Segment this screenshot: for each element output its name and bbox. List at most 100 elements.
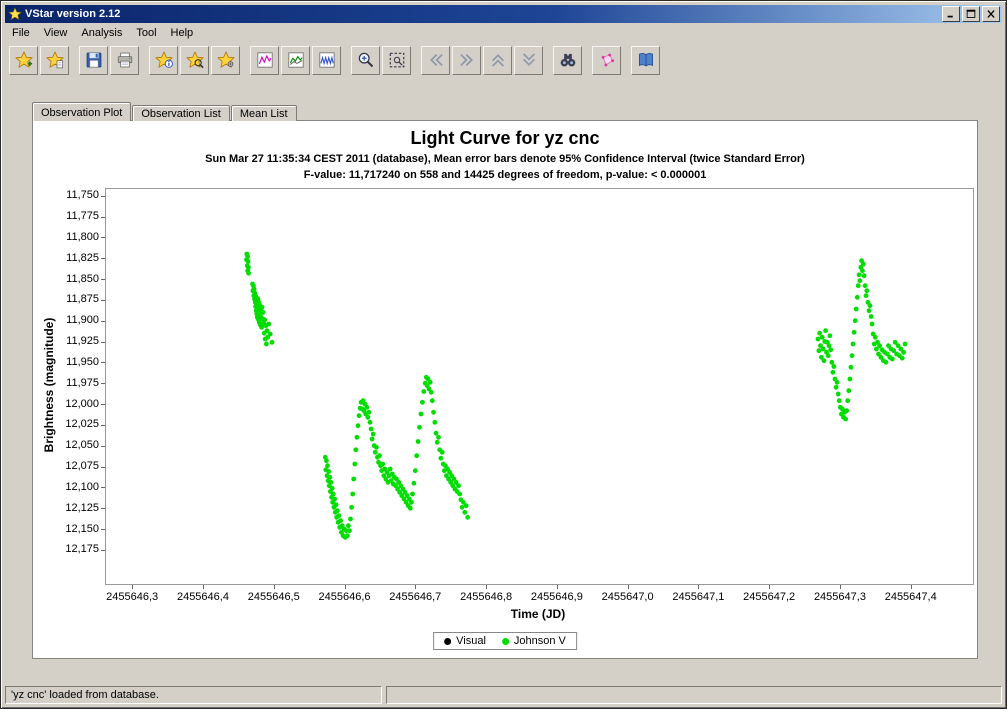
chart-phase-icon [318, 51, 336, 69]
star-plus-icon [14, 51, 33, 69]
new-star-from-database-button[interactable] [9, 45, 38, 75]
y-tick-mark [101, 383, 105, 385]
y-tick-mark [101, 279, 105, 280]
x-tick-mark [627, 585, 629, 589]
maximize-button[interactable] [962, 6, 980, 22]
zoom-out-button[interactable] [382, 45, 411, 75]
new-star-from-file-button[interactable] [40, 45, 69, 75]
y-tick-mark [101, 320, 105, 322]
tab-observation-plot[interactable]: Observation Plot [32, 102, 132, 121]
observation-info-button[interactable] [149, 45, 178, 75]
y-tick-mark [101, 529, 105, 530]
x-axis-title: Time (JD) [510, 607, 566, 621]
raw-plot-button[interactable] [250, 45, 279, 75]
toolbar-separator [71, 47, 79, 74]
x-tick-label: 2455647,2 [743, 591, 796, 603]
scatter-points-icon [598, 51, 616, 69]
legend-label: Johnson V [513, 635, 566, 647]
star-settings-button[interactable] [211, 45, 240, 75]
y-tick-mark [101, 299, 105, 301]
legend: Visual Johnson V [433, 632, 577, 650]
toolbar-separator [413, 47, 421, 74]
close-icon [987, 10, 995, 18]
toolbar-separator [584, 47, 592, 74]
x-tick-label: 2455646,6 [318, 591, 371, 603]
y-tick-mark [101, 487, 105, 489]
close-button[interactable] [982, 6, 1000, 22]
y-tick-label: 12,175 [65, 543, 99, 556]
book-icon [637, 51, 655, 69]
tab-row: Observation Plot Observation List Mean Lis… [32, 102, 298, 121]
mean-plot-button[interactable] [281, 45, 310, 75]
toolbar-separator [545, 47, 553, 74]
toolbar-separator [623, 47, 631, 74]
y-tick-label: 11,900 [66, 314, 99, 327]
menu-tool[interactable]: Tool [129, 25, 163, 41]
maximize-icon [966, 9, 976, 18]
title-bar[interactable]: VStar version 2.12 [5, 5, 1002, 23]
help-contents-button[interactable] [631, 45, 660, 75]
menu-view[interactable]: View [37, 25, 75, 41]
x-tick-label: 2455646,9 [530, 591, 583, 603]
y-tick-label: 11,825 [66, 251, 99, 264]
y-tick-label: 11,875 [66, 293, 99, 306]
pan-right-button[interactable] [452, 45, 481, 75]
y-tick-label: 12,100 [65, 480, 99, 493]
pan-left-button[interactable] [421, 45, 450, 75]
star-search-icon [185, 51, 204, 69]
plot-area[interactable] [105, 188, 974, 585]
star-search-button[interactable] [180, 45, 209, 75]
legend-dot-johnson-v [501, 637, 509, 645]
pan-down-button[interactable] [514, 45, 543, 75]
minimize-button[interactable] [942, 6, 960, 22]
legend-dot-visual [444, 637, 452, 645]
y-tick-label: 11,850 [66, 272, 99, 285]
phase-plot-button[interactable] [312, 45, 341, 75]
app-icon [8, 7, 22, 21]
chart-subtitle-line2: F-value: 11,717240 on 558 and 14425 degr… [303, 169, 707, 181]
x-tick-mark [486, 585, 488, 589]
x-tick-mark [344, 585, 346, 589]
y-tick-mark [101, 216, 105, 218]
pan-up-button[interactable] [483, 45, 512, 75]
y-tick-label: 11,925 [66, 335, 99, 347]
save-button[interactable] [79, 45, 108, 75]
menu-help[interactable]: Help [164, 25, 201, 41]
print-button[interactable] [110, 45, 139, 75]
status-message: 'yz cnc' loaded from database. [5, 686, 382, 704]
zoom-in-button[interactable] [351, 45, 380, 75]
status-bar: 'yz cnc' loaded from database. [5, 686, 1002, 704]
x-tick-label: 2455647,3 [813, 591, 866, 603]
toolbar [5, 43, 1002, 77]
y-tick-label: 11,750 [66, 189, 99, 202]
x-tick-label: 2455646,5 [247, 591, 300, 603]
y-tick-mark [101, 258, 105, 260]
star-gear-icon [216, 51, 235, 69]
menu-file[interactable]: File [5, 25, 37, 41]
tab-observation-list[interactable]: Observation List [132, 105, 230, 121]
star-file-icon [45, 51, 64, 69]
x-tick-label: 2455647,0 [601, 591, 654, 603]
x-tick-mark [556, 585, 558, 589]
x-tick-mark [132, 585, 134, 589]
y-tick-mark [101, 341, 105, 343]
polygon-filter-button[interactable] [592, 45, 621, 75]
chart-mean-icon [287, 51, 305, 69]
y-tick-label: 12,050 [65, 439, 99, 452]
menu-analysis[interactable]: Analysis [74, 25, 129, 41]
y-tick-mark [101, 362, 105, 364]
chevrons-up-icon [489, 51, 507, 69]
y-tick-mark [101, 445, 105, 447]
x-tick-label: 2455646,7 [389, 591, 442, 603]
x-tick-mark [698, 585, 700, 589]
x-tick-mark [273, 585, 275, 589]
tab-mean-list[interactable]: Mean List [230, 105, 297, 121]
y-tick-label: 12,075 [65, 460, 99, 472]
filter-button[interactable] [553, 45, 582, 75]
app-window: VStar version 2.12 File View Analysis Tool H… [0, 0, 1007, 709]
legend-entry-johnson-v: Johnson V [501, 635, 566, 647]
x-tick-label: 2455646,3 [106, 591, 159, 603]
y-tick-mark [101, 237, 105, 239]
zoom-box-icon [388, 51, 406, 69]
x-tick-label: 2455647,4 [884, 591, 937, 603]
